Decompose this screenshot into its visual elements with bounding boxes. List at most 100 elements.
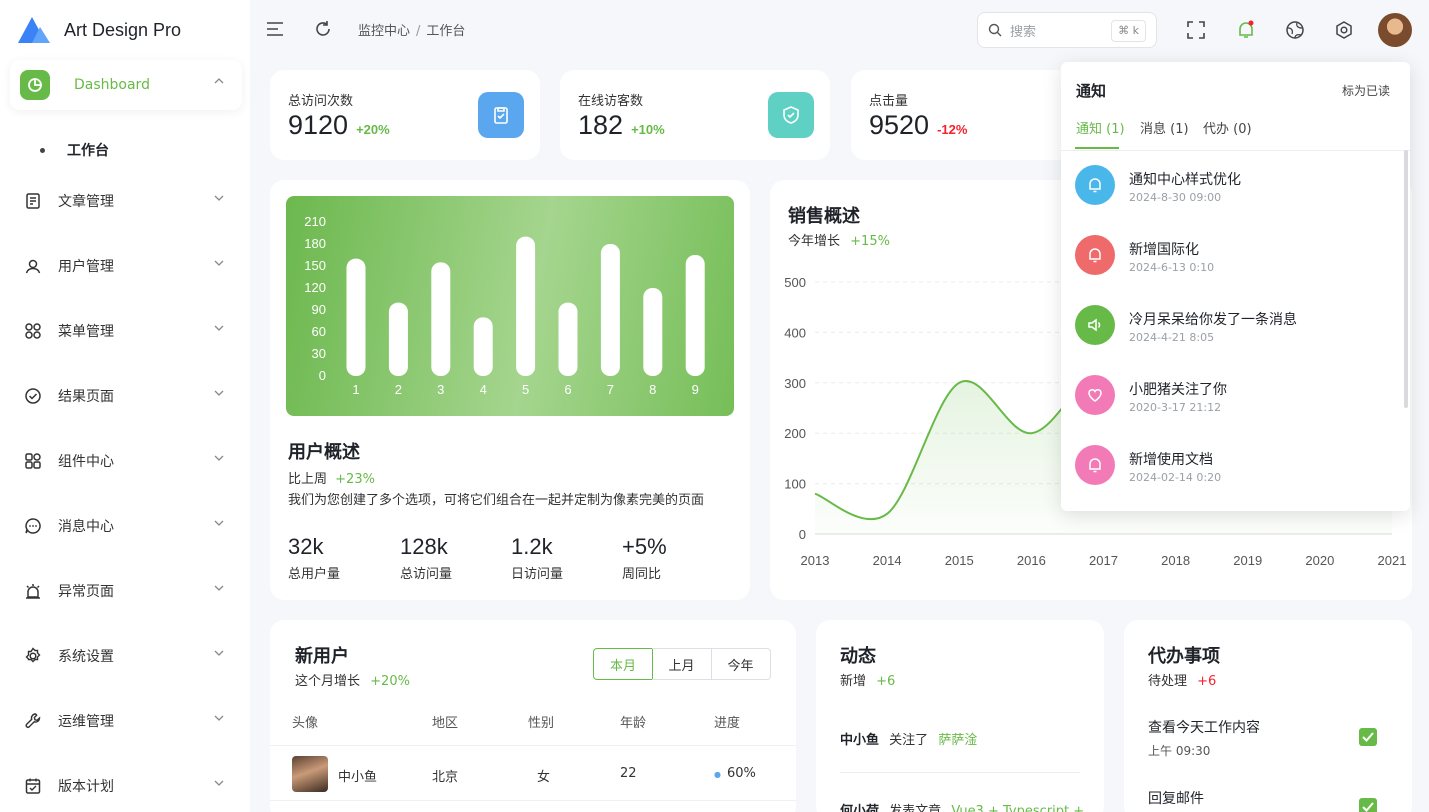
bar[interactable] <box>388 302 408 376</box>
chevron-down-icon <box>214 520 224 526</box>
sidebar-item-label: 系统设置 <box>58 649 114 665</box>
fullscreen-button[interactable] <box>1185 19 1207 41</box>
refresh-button[interactable] <box>312 18 334 40</box>
segment-last-month[interactable]: 上月 <box>652 648 712 680</box>
progress-dot: ● <box>714 770 721 779</box>
tab-divider <box>1061 150 1410 151</box>
sidebar-subitem-label: 工作台 <box>67 143 109 159</box>
activity-action: 发表文章 <box>889 804 942 812</box>
checkmark-icon <box>1362 802 1374 812</box>
notification-title: 新增使用文档 <box>1129 452 1213 468</box>
notification-time: 2024-02-14 0:20 <box>1129 471 1222 484</box>
sidebar-item-2[interactable]: 菜单管理 <box>24 316 234 346</box>
tab-message[interactable]: 消息 (1) <box>1140 118 1189 137</box>
fullscreen-icon <box>1187 21 1205 39</box>
sidebar-item-label: 组件中心 <box>58 454 114 470</box>
y-tick-label: 0 <box>799 527 806 542</box>
activity-target[interactable]: Vue3 + Typescript + <box>951 804 1084 812</box>
segment-this-year[interactable]: 今年 <box>711 648 771 680</box>
bar[interactable] <box>558 302 578 376</box>
sidebar-item-7[interactable]: 系统设置 <box>24 641 234 671</box>
y-tick-label: 300 <box>784 376 806 391</box>
bar[interactable] <box>431 262 451 376</box>
activity-sub-row: 新增 +6 <box>840 670 895 689</box>
sidebar-item-8[interactable]: 运维管理 <box>24 706 234 736</box>
bar[interactable] <box>600 244 620 376</box>
sidebar-item-3[interactable]: 结果页面 <box>24 381 234 411</box>
list-item[interactable]: 中小鱼 关注了 萨萨淦 <box>840 729 977 748</box>
language-button[interactable] <box>1283 18 1307 42</box>
sidebar-item-1[interactable]: 用户管理 <box>24 251 234 281</box>
breadcrumb: 监控中心 / 工作台 <box>358 20 465 39</box>
sidebar-subitem-workbench[interactable]: 工作台 <box>40 140 109 160</box>
notification-item[interactable]: 新增使用文档 2024-02-14 0:20 <box>1075 443 1395 487</box>
x-tick-label: 2015 <box>945 553 974 568</box>
bar[interactable] <box>346 258 366 376</box>
logo[interactable]: Art Design Pro <box>18 14 181 46</box>
settings-button[interactable] <box>1332 18 1356 42</box>
notification-item[interactable]: 小肥猪关注了你 2020-3-17 21:12 <box>1075 373 1395 417</box>
list-item[interactable]: 何小荷 发表文章 Vue3 + Typescript + <box>840 800 1084 812</box>
stat-value: 9520 <box>869 110 930 140</box>
bar[interactable] <box>516 236 536 376</box>
bar[interactable] <box>643 288 663 376</box>
sidebar-item-9[interactable]: 版本计划 <box>24 771 234 801</box>
mark-read-button[interactable]: 标为已读 <box>1342 82 1390 99</box>
sales-growth-row: 今年增长 +15% <box>788 230 890 249</box>
segment-this-month[interactable]: 本月 <box>593 648 653 680</box>
tab-notice[interactable]: 通知 (1) <box>1076 118 1125 137</box>
sidebar-item-label: 结果页面 <box>58 389 114 405</box>
top-header: 监控中心 / 工作台 搜索 ⌘ k <box>250 0 1429 60</box>
y-tick-label: 150 <box>304 258 326 273</box>
sidebar-item-5[interactable]: 消息中心 <box>24 511 234 541</box>
compare-row: 比上周 +23% <box>288 468 375 487</box>
bar-chart: 0 30 60 90 120 150 180 210 1 2 3 4 5 6 7 8 9 <box>304 214 705 397</box>
stat-value: 9120 <box>288 110 349 140</box>
sidebar-item-6[interactable]: 异常页面 <box>24 576 234 606</box>
x-tick-label: 2 <box>395 382 402 397</box>
search-icon <box>988 23 1002 37</box>
row-divider <box>270 745 796 746</box>
x-tick-label: 2013 <box>801 553 830 568</box>
bar[interactable] <box>473 317 493 376</box>
sidebar-item-0[interactable]: 文章管理 <box>24 186 234 216</box>
tab-todo[interactable]: 代办 (0) <box>1203 118 1252 137</box>
breadcrumb-item[interactable]: 监控中心 <box>358 24 410 39</box>
chevron-up-icon <box>214 78 224 84</box>
collapse-menu-button[interactable] <box>264 18 286 40</box>
notification-item[interactable]: 新增国际化 2024-6-13 0:10 <box>1075 233 1395 277</box>
user-avatar[interactable] <box>1378 13 1412 47</box>
gear-icon <box>1336 21 1352 39</box>
todo-checkbox[interactable] <box>1359 728 1377 746</box>
scrollbar[interactable] <box>1404 150 1408 408</box>
x-tick-label: 2014 <box>873 553 902 568</box>
todo-checkbox[interactable] <box>1359 798 1377 812</box>
user-gender: 女 <box>537 770 551 785</box>
sidebar-item-4[interactable]: 组件中心 <box>24 446 234 476</box>
sidebar-item-dashboard[interactable]: Dashboard <box>10 60 242 110</box>
y-tick-label: 90 <box>312 302 326 317</box>
chevron-down-icon <box>214 325 224 331</box>
y-tick-label: 100 <box>784 477 806 492</box>
notification-item[interactable]: 冷月呆呆给你发了一条消息 2024-4-21 8:05 <box>1075 303 1395 347</box>
stat-change: -12% <box>937 122 968 137</box>
breadcrumb-separator: / <box>416 24 421 39</box>
kpi-value: 128k <box>400 534 448 559</box>
activity-action: 关注了 <box>889 733 929 748</box>
notification-icon-badge <box>1075 305 1115 345</box>
sidebar-item-label: Dashboard <box>74 77 150 93</box>
new-users-subtitle: 这个月增长 <box>295 674 361 689</box>
stat-title: 总访问次数 <box>288 94 354 109</box>
activity-card: 动态 新增 +6 中小鱼 关注了 萨萨淦 何小荷 发表文章 Vue3 + Typ… <box>816 620 1104 812</box>
breadcrumb-item: 工作台 <box>426 24 466 39</box>
kpi-label: 周同比 <box>622 567 662 582</box>
activity-target[interactable]: 萨萨淦 <box>938 733 977 748</box>
bar-chart-panel: 0 30 60 90 120 150 180 210 1 2 3 4 5 6 7 8 9 <box>286 196 734 416</box>
kpi-label: 日访问量 <box>511 567 564 582</box>
search-box[interactable]: 搜索 ⌘ k <box>977 12 1157 48</box>
notification-button[interactable] <box>1234 18 1258 42</box>
bar[interactable] <box>685 255 705 376</box>
refresh-icon <box>316 21 330 36</box>
notification-item[interactable]: 通知中心样式优化 2024-8-30 09:00 <box>1075 163 1395 207</box>
x-tick-label: 2018 <box>1161 553 1190 568</box>
